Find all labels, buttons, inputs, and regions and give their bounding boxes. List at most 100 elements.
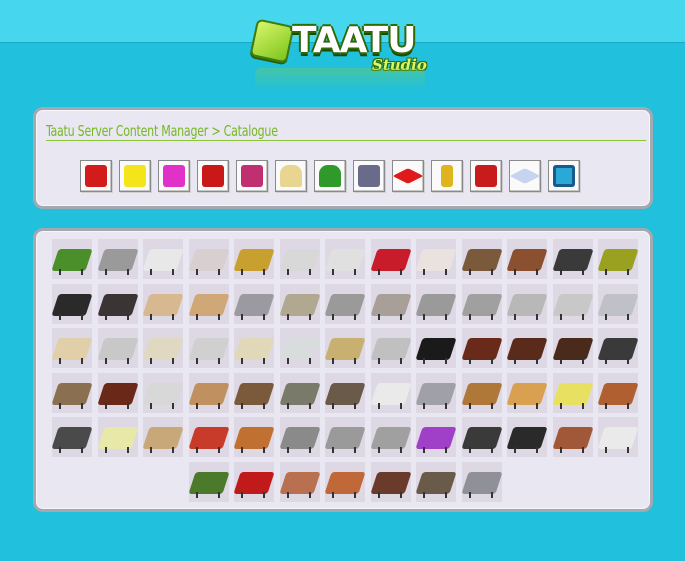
furniture-leg bbox=[150, 447, 152, 453]
catalogue-item[interactable] bbox=[97, 417, 139, 457]
catalogue-item[interactable] bbox=[597, 373, 639, 413]
catalogue-item[interactable] bbox=[506, 373, 548, 413]
catalogue-item[interactable] bbox=[370, 239, 412, 279]
catalogue-item[interactable] bbox=[461, 417, 503, 457]
category-button-sofas[interactable] bbox=[158, 160, 190, 192]
category-button-cabinets[interactable] bbox=[197, 160, 229, 192]
catalogue-item[interactable] bbox=[188, 373, 230, 413]
catalogue-item[interactable] bbox=[142, 373, 184, 413]
catalogue-item[interactable] bbox=[188, 239, 230, 279]
catalogue-item[interactable] bbox=[506, 417, 548, 457]
category-button-chairs[interactable] bbox=[80, 160, 112, 192]
catalogue-item[interactable] bbox=[324, 373, 366, 413]
catalogue-item[interactable] bbox=[188, 284, 230, 324]
catalogue-item[interactable] bbox=[324, 239, 366, 279]
furniture-leg bbox=[423, 358, 425, 364]
catalogue-item[interactable] bbox=[370, 284, 412, 324]
category-button-beds[interactable] bbox=[236, 160, 268, 192]
category-button-walls[interactable] bbox=[470, 160, 502, 192]
furniture-thumbnail bbox=[506, 294, 548, 316]
category-button-lamps[interactable] bbox=[275, 160, 307, 192]
furniture-thumbnail bbox=[279, 294, 321, 316]
catalogue-item[interactable] bbox=[552, 284, 594, 324]
catalogue-item[interactable] bbox=[597, 239, 639, 279]
furniture-thumbnail bbox=[279, 472, 321, 494]
catalogue-item[interactable] bbox=[97, 284, 139, 324]
catalogue-item[interactable] bbox=[279, 239, 321, 279]
furniture-thumbnail bbox=[233, 383, 275, 405]
catalogue-item[interactable] bbox=[188, 417, 230, 457]
furniture-leg bbox=[127, 447, 129, 453]
catalogue-item[interactable] bbox=[142, 284, 184, 324]
catalogue-item[interactable] bbox=[461, 284, 503, 324]
catalogue-item[interactable] bbox=[279, 417, 321, 457]
catalogue-item[interactable] bbox=[97, 328, 139, 368]
catalogue-item[interactable] bbox=[506, 284, 548, 324]
catalogue-item[interactable] bbox=[415, 328, 457, 368]
catalogue-item[interactable] bbox=[233, 417, 275, 457]
category-button-backgrounds[interactable] bbox=[548, 160, 580, 192]
catalogue-item[interactable] bbox=[51, 239, 93, 279]
furniture-leg bbox=[605, 358, 607, 364]
category-button-floors[interactable] bbox=[509, 160, 541, 192]
catalogue-item[interactable] bbox=[597, 417, 639, 457]
catalogue-item[interactable] bbox=[233, 239, 275, 279]
furniture-thumbnail bbox=[51, 338, 93, 360]
catalogue-item[interactable] bbox=[233, 373, 275, 413]
catalogue-item[interactable] bbox=[279, 462, 321, 502]
catalogue-item[interactable] bbox=[552, 239, 594, 279]
catalogue-item[interactable] bbox=[370, 328, 412, 368]
catalogue-item[interactable] bbox=[188, 328, 230, 368]
catalogue-item[interactable] bbox=[552, 417, 594, 457]
catalogue-item[interactable] bbox=[324, 284, 366, 324]
catalogue-item[interactable] bbox=[461, 373, 503, 413]
catalogue-item[interactable] bbox=[279, 328, 321, 368]
catalogue-item[interactable] bbox=[279, 373, 321, 413]
catalogue-item[interactable] bbox=[597, 284, 639, 324]
catalogue-item[interactable] bbox=[461, 328, 503, 368]
catalogue-item[interactable] bbox=[461, 239, 503, 279]
catalogue-item[interactable] bbox=[370, 417, 412, 457]
catalogue-item[interactable] bbox=[506, 239, 548, 279]
catalogue-item[interactable] bbox=[461, 462, 503, 502]
category-button-plants[interactable] bbox=[314, 160, 346, 192]
catalogue-item[interactable] bbox=[51, 373, 93, 413]
catalogue-item[interactable] bbox=[51, 284, 93, 324]
catalogue-item[interactable] bbox=[142, 239, 184, 279]
catalogue-item[interactable] bbox=[597, 328, 639, 368]
catalogue-item[interactable] bbox=[279, 284, 321, 324]
catalogue-item[interactable] bbox=[324, 328, 366, 368]
catalogue-item[interactable] bbox=[415, 239, 457, 279]
catalogue-item[interactable] bbox=[97, 239, 139, 279]
catalogue-item[interactable] bbox=[188, 462, 230, 502]
category-button-doors[interactable] bbox=[431, 160, 463, 192]
catalogue-item[interactable] bbox=[51, 417, 93, 457]
catalogue-item[interactable] bbox=[415, 462, 457, 502]
catalogue-item[interactable] bbox=[324, 462, 366, 502]
catalogue-item[interactable] bbox=[370, 462, 412, 502]
catalogue-item[interactable] bbox=[324, 417, 366, 457]
catalogue-item[interactable] bbox=[51, 328, 93, 368]
catalogue-item[interactable] bbox=[233, 328, 275, 368]
furniture-thumbnail bbox=[324, 383, 366, 405]
furniture-leg bbox=[400, 358, 402, 364]
category-button-electronics[interactable] bbox=[353, 160, 385, 192]
furniture-leg bbox=[263, 492, 265, 498]
catalogue-item[interactable] bbox=[415, 284, 457, 324]
furniture-leg bbox=[445, 403, 447, 409]
catalogue-item[interactable] bbox=[552, 328, 594, 368]
category-button-rugs[interactable] bbox=[392, 160, 424, 192]
furniture-leg bbox=[59, 314, 61, 320]
catalogue-item[interactable] bbox=[415, 373, 457, 413]
catalogue-item[interactable] bbox=[370, 373, 412, 413]
catalogue-item[interactable] bbox=[506, 328, 548, 368]
catalogue-item[interactable] bbox=[233, 462, 275, 502]
catalogue-item[interactable] bbox=[552, 373, 594, 413]
catalogue-item[interactable] bbox=[415, 417, 457, 457]
category-button-tables[interactable] bbox=[119, 160, 151, 192]
catalogue-item[interactable] bbox=[233, 284, 275, 324]
furniture-thumbnail bbox=[142, 427, 184, 449]
catalogue-item[interactable] bbox=[142, 328, 184, 368]
catalogue-item[interactable] bbox=[142, 417, 184, 457]
catalogue-item[interactable] bbox=[97, 373, 139, 413]
